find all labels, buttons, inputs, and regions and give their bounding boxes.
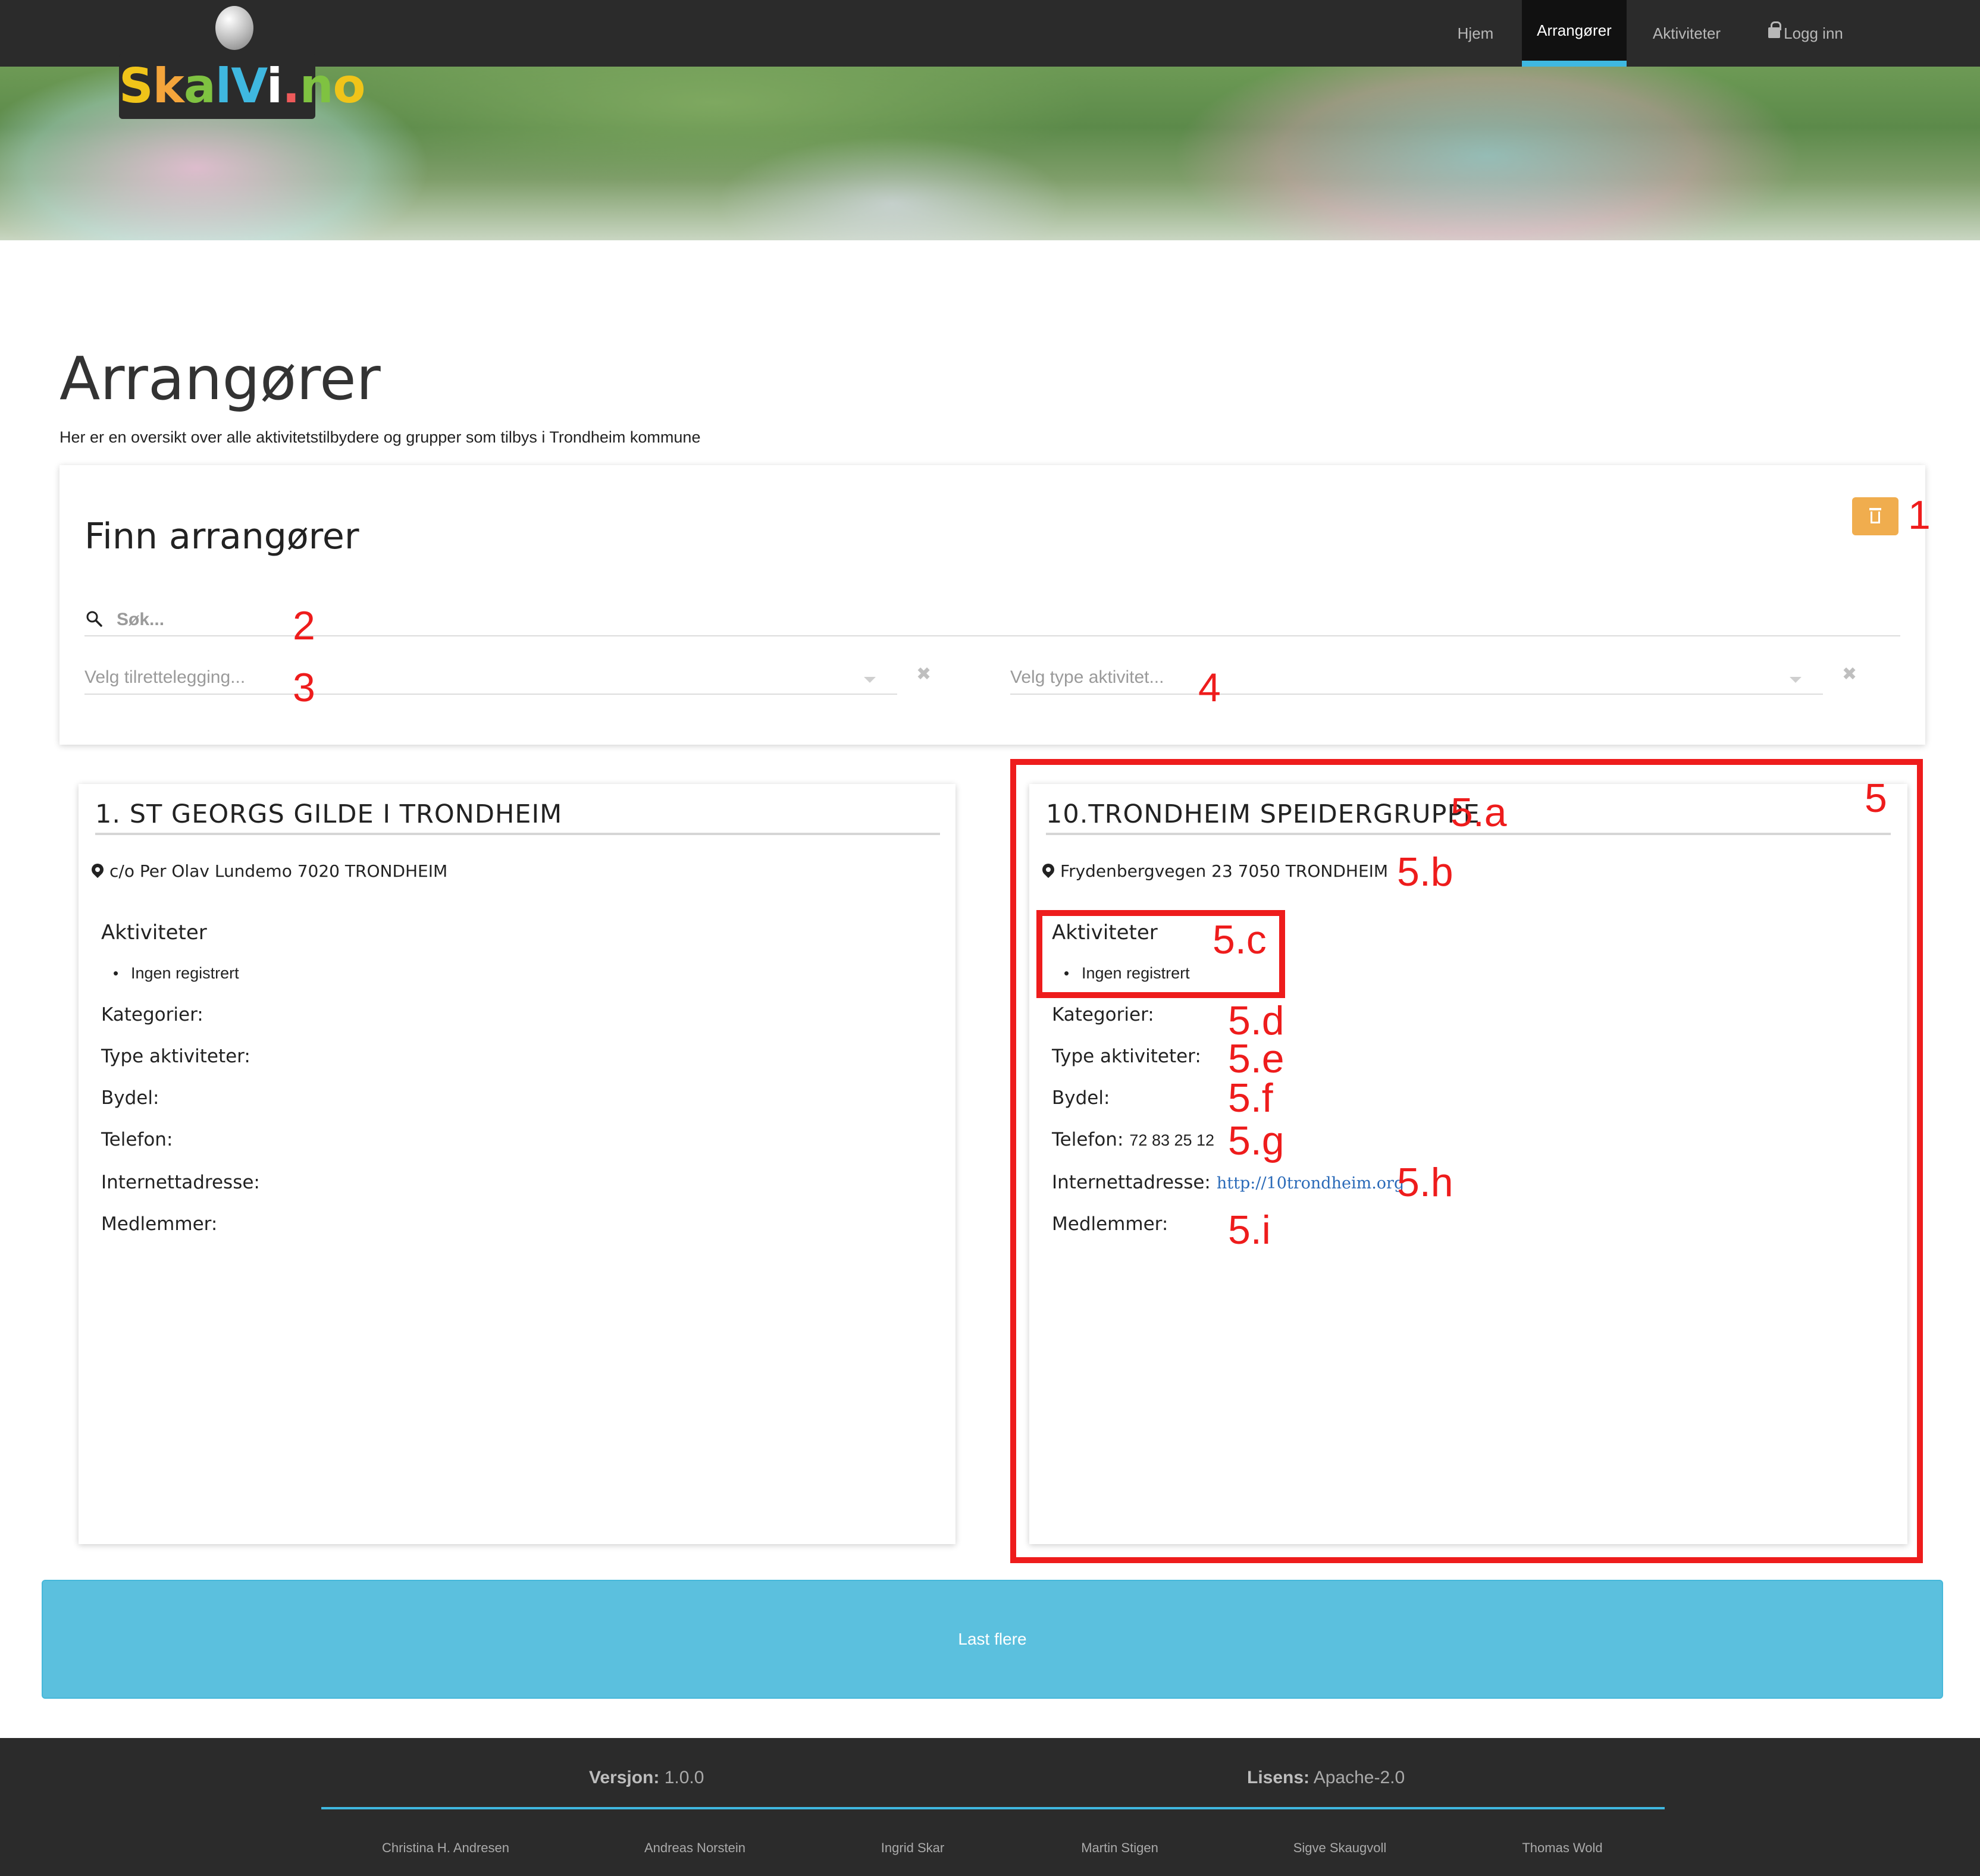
address-text: c/o Per Olav Lundemo 7020 TRONDHEIM — [109, 861, 448, 881]
chevron-down-icon — [864, 677, 876, 683]
organizer-address: c/o Per Olav Lundemo 7020 TRONDHEIM — [89, 861, 448, 881]
annotation-box-5 — [1010, 759, 1923, 1563]
lock-icon — [1768, 21, 1782, 38]
filter-panel: Finn arrangører Velg tilrettelegging... … — [59, 465, 1925, 745]
author-name: Christina H. Andresen — [382, 1840, 509, 1855]
annotation-label: 4 — [1198, 665, 1221, 710]
categories-field: Kategorier: — [101, 1004, 209, 1025]
footer: Versjon: 1.0.0 Lisens: Apache-2.0 Christ… — [0, 1738, 1980, 1876]
filter-title: Finn arrangører — [84, 516, 359, 557]
nav-item-label: Logg inn — [1784, 24, 1843, 42]
author-name: Martin Stigen — [1081, 1840, 1158, 1855]
version-value: 1.0.0 — [664, 1768, 704, 1787]
members-label: Medlemmer: — [101, 1213, 218, 1235]
annotation-label: 5.h — [1397, 1160, 1453, 1205]
clear-filters-button[interactable] — [1852, 497, 1898, 535]
phone-label: Telefon: — [101, 1129, 173, 1150]
district-field: Bydel: — [101, 1087, 165, 1109]
skalvi-logo[interactable]: SkalVi.no — [119, 54, 365, 119]
search-field — [84, 607, 1900, 636]
annotation-label: 5.a — [1450, 790, 1507, 835]
nav-item-label: Arrangører — [1537, 21, 1612, 39]
activity-types-field: Type aktiviteter: — [101, 1046, 256, 1067]
annotation-label: 5.f — [1228, 1075, 1273, 1121]
title-divider — [95, 833, 940, 835]
page-subtitle: Her er en oversikt over alle aktivitetst… — [59, 428, 701, 446]
annotation-label: 3 — [293, 665, 315, 710]
version-info: Versjon: 1.0.0 — [589, 1768, 704, 1788]
author-name: Ingrid Skar — [881, 1840, 945, 1855]
activity-types-label: Type aktiviteter: — [101, 1046, 250, 1067]
balloon-icon — [215, 6, 253, 50]
version-label: Versjon: — [589, 1768, 660, 1787]
license-label: Lisens: — [1247, 1768, 1310, 1787]
activity-type-select-placeholder: Velg type aktivitet... — [1010, 667, 1164, 687]
author-name: Andreas Norstein — [644, 1840, 745, 1855]
annotation-label: 5.d — [1228, 998, 1285, 1043]
annotation-label: 5.c — [1213, 917, 1267, 962]
organizer-name: 1. ST GEORGS GILDE I TRONDHEIM — [95, 799, 563, 829]
accommodation-select[interactable]: Velg tilrettelegging... — [84, 664, 897, 695]
phone-field: Telefon: — [101, 1129, 178, 1150]
license-info: Lisens: Apache-2.0 — [1247, 1768, 1405, 1788]
web-field: Internettadresse: — [101, 1172, 266, 1193]
search-input[interactable] — [117, 607, 1842, 633]
activity-list-item: Ingen registrert — [113, 964, 239, 983]
categories-label: Kategorier: — [101, 1004, 203, 1025]
annotation-label: 1 — [1908, 492, 1931, 538]
load-more-button[interactable]: Last flere — [42, 1580, 1943, 1699]
nav-item-aktiviteter[interactable]: Aktiviteter — [1642, 0, 1731, 67]
page-title: Arrangører — [59, 344, 381, 413]
members-field: Medlemmer: — [101, 1213, 223, 1235]
author-name: Sigve Skaugvoll — [1293, 1840, 1387, 1855]
nav-item-hjem[interactable]: Hjem — [1440, 0, 1511, 67]
nav-item-arrangorer[interactable]: Arrangører — [1522, 0, 1627, 67]
annotation-label: 5.b — [1397, 849, 1453, 895]
annotation-label: 5 — [1865, 776, 1887, 821]
clear-activity-type-icon[interactable]: ✖ — [1842, 664, 1857, 685]
author-name: Thomas Wold — [1522, 1840, 1603, 1855]
annotation-label: 5.i — [1228, 1207, 1271, 1253]
annotation-label: 2 — [293, 603, 315, 648]
chevron-down-icon — [1790, 677, 1802, 683]
district-label: Bydel: — [101, 1087, 159, 1109]
organizer-card[interactable]: 1. ST GEORGS GILDE I TRONDHEIM c/o Per O… — [79, 784, 955, 1544]
nav-item-label: Aktiviteter — [1652, 24, 1721, 42]
footer-divider — [321, 1807, 1665, 1809]
accommodation-select-placeholder: Velg tilrettelegging... — [84, 667, 246, 687]
annotation-label: 5.g — [1228, 1118, 1285, 1163]
load-more-label: Last flere — [958, 1630, 1027, 1648]
activity-type-select[interactable]: Velg type aktivitet... — [1010, 664, 1823, 695]
annotation-label: 5.e — [1228, 1036, 1285, 1081]
activities-heading: Aktiviteter — [101, 921, 207, 945]
nav-item-label: Hjem — [1457, 24, 1494, 42]
nav-item-login[interactable]: Logg inn — [1755, 0, 1856, 67]
map-marker-icon — [89, 861, 106, 879]
search-icon — [86, 611, 102, 627]
web-label: Internettadresse: — [101, 1172, 260, 1193]
license-value: Apache-2.0 — [1313, 1768, 1405, 1787]
clear-accommodation-icon[interactable]: ✖ — [916, 664, 931, 685]
